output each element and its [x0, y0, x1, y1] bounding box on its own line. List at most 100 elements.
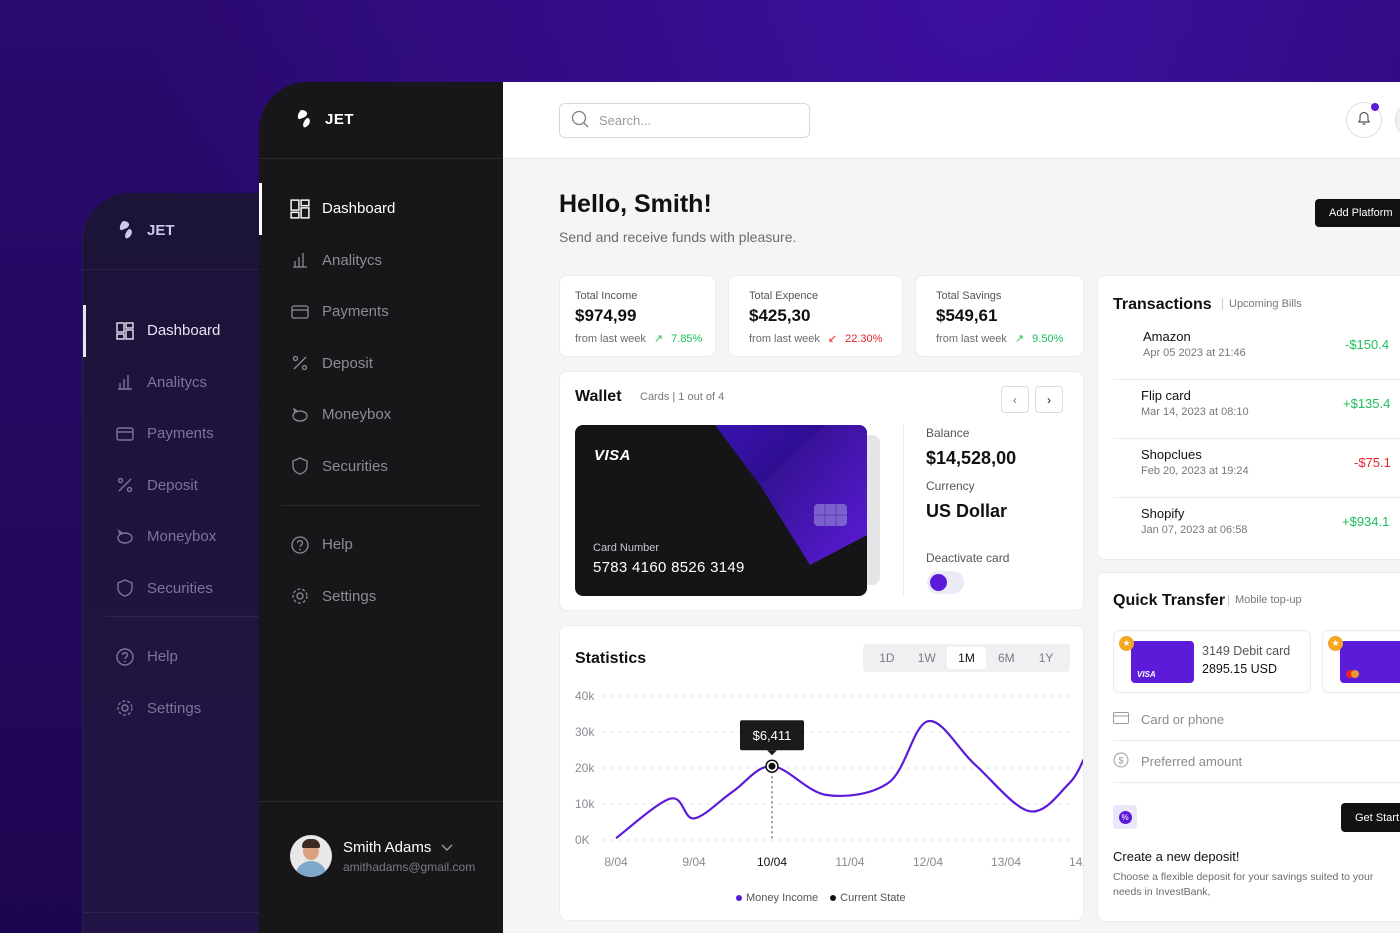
card-icon	[1113, 712, 1129, 727]
ghost-logo: JET	[119, 221, 175, 239]
mastercard-icon	[1351, 670, 1359, 678]
transaction-name: Amazon	[1143, 329, 1191, 344]
bank-card[interactable]: VISA Card Number 5783 4160 8526 3149	[575, 425, 867, 596]
user-profile[interactable]: Smith Adams amithadams@gmail.com	[290, 835, 475, 877]
stat-value: $549,61	[936, 306, 998, 325]
sidebar-item-settings[interactable]: Settings	[259, 571, 503, 623]
deactivate-card-toggle[interactable]	[927, 571, 964, 594]
gear-icon	[115, 698, 135, 718]
stat-value: $425,30	[749, 306, 811, 325]
logo[interactable]: JET	[297, 110, 354, 128]
chart-legend: Money Income Current State	[736, 892, 906, 904]
period-1y[interactable]: 1Y	[1026, 647, 1066, 669]
transaction-amount: +$934.1	[1342, 514, 1390, 529]
period-1w[interactable]: 1W	[907, 647, 947, 669]
transfer-card-option[interactable]: ★	[1322, 630, 1400, 693]
divider	[281, 505, 481, 506]
x-tick-label: 10/04	[757, 855, 787, 869]
mini-card-brand: VISA	[1137, 670, 1156, 679]
main-nav: Dashboard Analitycs Payments Deposit Mon…	[259, 183, 503, 492]
amount-field-placeholder: Preferred amount	[1141, 754, 1243, 769]
sidebar-item-label: Analitycs	[322, 251, 383, 269]
profile-email: amithadams@gmail.com	[343, 859, 476, 874]
sidebar-item-analytics[interactable]: Analitycs	[259, 235, 503, 287]
y-tick-label: 30k	[575, 725, 595, 739]
transaction-row[interactable]: Flip card Mar 14, 2023 at 08:10 +$135.4	[1113, 380, 1400, 439]
card-field-placeholder: Card or phone	[1141, 712, 1225, 727]
series-line-money-income	[615, 720, 1083, 840]
svg-text:$: $	[1118, 756, 1123, 766]
get-start-button[interactable]: Get Start	[1341, 803, 1400, 832]
period-1d[interactable]: 1D	[867, 647, 907, 669]
sidebar-item-securities[interactable]: Securities	[259, 441, 503, 493]
add-platform-button[interactable]: Add Platform	[1315, 199, 1400, 227]
card-or-phone-field[interactable]: Card or phone	[1113, 699, 1400, 741]
transaction-amount: +$135.4	[1343, 396, 1391, 411]
sidebar-item-dashboard[interactable]: Dashboard	[259, 183, 503, 235]
sidebar-item-label: Deposit	[322, 354, 373, 372]
chart-icon	[290, 250, 310, 270]
stat-card-expense: Total Expence $425,30 from last week ↙ 2…	[728, 275, 903, 357]
sidebar-item-help[interactable]: Help	[259, 519, 503, 571]
transaction-row[interactable]: Amazon Apr 05 2023 at 21:46 -$150.4	[1113, 321, 1400, 380]
dashboard-icon	[290, 199, 310, 219]
transfer-card-option[interactable]: VISA ★ 3149 Debit card 2895.15 USD	[1113, 630, 1311, 693]
transaction-row[interactable]: Shopclues Feb 20, 2023 at 19:24 -$75.1	[1113, 439, 1400, 498]
stat-change: 7.85%	[671, 332, 703, 345]
sidebar-item-deposit[interactable]: Deposit	[259, 338, 503, 390]
preferred-amount-field[interactable]: $ Preferred amount	[1113, 741, 1400, 783]
period-6m[interactable]: 6M	[986, 647, 1026, 669]
chevron-down-icon[interactable]	[441, 839, 453, 856]
transaction-row[interactable]: Shopify Jan 07, 2023 at 06:58 +$934.1	[1113, 498, 1400, 557]
card-option-amount: 2895.15 USD	[1202, 662, 1278, 676]
notifications-button[interactable]	[1346, 102, 1382, 138]
transaction-name: Shopclues	[1141, 447, 1202, 462]
tooltip-value: $6,411	[753, 728, 792, 743]
divider	[259, 158, 503, 159]
sidebar-item-label: Moneybox	[322, 406, 392, 424]
dollar-icon: $	[1113, 752, 1129, 771]
brand-name: JET	[325, 110, 355, 128]
prev-card-button[interactable]: ‹	[1001, 386, 1029, 413]
legend-current-state: Current State	[830, 892, 906, 904]
y-tick-label: 10k	[575, 797, 595, 811]
visa-logo: VISA	[594, 447, 632, 464]
wallet-panel: Wallet Cards | 1 out of 4 ‹ › VISA Card …	[559, 371, 1084, 611]
stat-card-income: Total Income $974,99 from last week ↗ 7.…	[559, 275, 716, 357]
quick-transfer-tab-mobile[interactable]: Mobile top-up	[1228, 594, 1302, 606]
sidebar: JET Dashboard Analitycs Payments Deposit	[259, 82, 503, 933]
stat-label: Total Savings	[936, 290, 1002, 302]
avatar	[290, 835, 332, 877]
next-card-button[interactable]: ›	[1035, 386, 1063, 413]
app-window: JET Dashboard Analitycs Payments Deposit	[259, 82, 1400, 933]
topbar: Search...	[503, 82, 1400, 159]
sidebar-item-payments[interactable]: Payments	[259, 286, 503, 338]
y-tick-label: 40k	[575, 689, 595, 703]
transaction-name: Shopify	[1141, 506, 1185, 521]
search-input[interactable]: Search...	[559, 103, 810, 138]
ghost-item-settings: Settings	[83, 683, 282, 735]
shield-icon	[290, 456, 310, 476]
highlight-point	[768, 762, 776, 770]
transactions-tab-upcoming[interactable]: Upcoming Bills	[1222, 298, 1302, 310]
notification-dot	[1371, 103, 1379, 111]
transaction-date: Apr 05 2023 at 21:46	[1143, 347, 1246, 359]
star-icon: ★	[1119, 636, 1134, 651]
sidebar-item-moneybox[interactable]: Moneybox	[259, 389, 503, 441]
stat-foot: from last week	[575, 332, 646, 345]
stat-foot: from last week	[936, 332, 1007, 345]
deactivate-label: Deactivate card	[926, 551, 1010, 565]
tooltip-arrow	[767, 750, 777, 756]
stat-label: Total Expence	[749, 290, 819, 302]
period-selector: 1D 1W 1M 6M 1Y	[863, 644, 1070, 672]
deposit-description: Choose a flexible deposit for your savin…	[1113, 871, 1374, 898]
transaction-amount: -$75.1	[1354, 455, 1391, 470]
sidebar-item-label: Securities	[322, 457, 388, 475]
bell-icon	[1356, 110, 1372, 131]
secondary-nav: Help Settings	[259, 519, 503, 622]
x-tick-label: 13/04	[991, 855, 1021, 869]
card-number: 5783 4160 8526 3149	[593, 559, 745, 576]
user-avatar-button[interactable]	[1395, 102, 1400, 138]
sidebar-item-label: Settings	[322, 587, 377, 605]
period-1m[interactable]: 1M	[946, 647, 987, 669]
